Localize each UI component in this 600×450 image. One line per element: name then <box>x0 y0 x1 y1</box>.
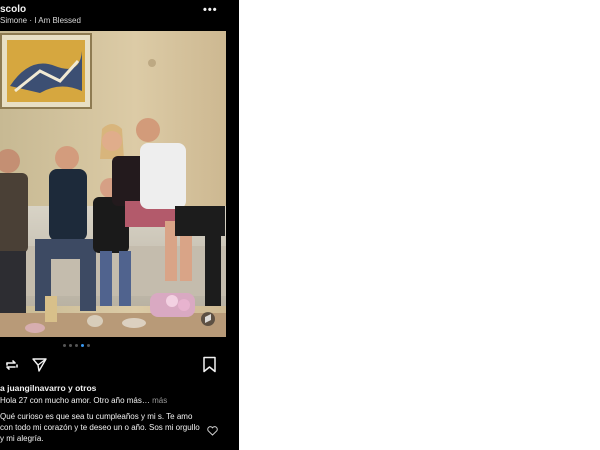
more-options-icon[interactable]: ••• <box>203 4 218 16</box>
likes-summary[interactable]: a juangilnavarro y otros <box>0 383 96 393</box>
post-container: scolo Simone · I Am Blessed ••• a juangi… <box>0 0 239 450</box>
send-icon[interactable] <box>31 356 48 378</box>
carousel-dot <box>75 344 78 347</box>
comment-1-text: Hola 27 con mucho amor. Otro año más… <box>0 396 150 405</box>
carousel-dot <box>81 344 84 347</box>
carousel-indicator <box>63 344 90 348</box>
caption-more-link[interactable]: más <box>152 396 167 405</box>
comment-1: Hola 27 con mucho amor. Otro año más… má… <box>0 396 167 405</box>
heart-icon[interactable] <box>207 423 218 441</box>
post-photo[interactable] <box>0 31 226 337</box>
comment-2: Qué curioso es que sea tu cumpleaños y m… <box>0 412 200 443</box>
bookmark-icon[interactable] <box>202 356 217 378</box>
carousel-dot <box>63 344 66 347</box>
post-subtitle[interactable]: Simone · I Am Blessed <box>0 16 81 25</box>
carousel-dot <box>69 344 72 347</box>
repost-icon[interactable] <box>4 357 20 378</box>
post-photo-image <box>0 31 226 337</box>
post-username[interactable]: scolo <box>0 4 26 15</box>
carousel-dot <box>87 344 90 347</box>
